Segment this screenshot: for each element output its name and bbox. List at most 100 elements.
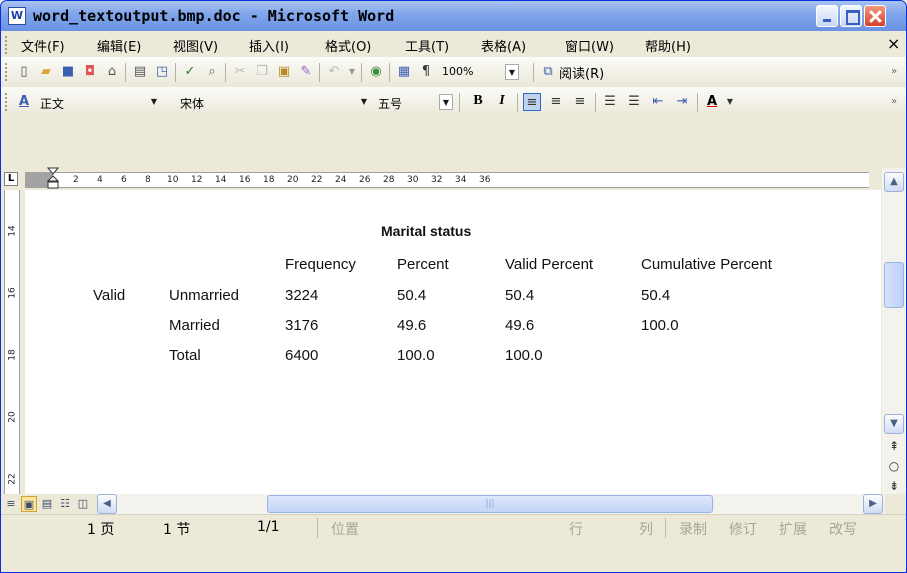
- chevron-down-icon[interactable]: ▼: [147, 94, 161, 110]
- research-icon[interactable]: ⌕: [203, 63, 221, 81]
- ruler-tick: 28: [383, 175, 395, 185]
- ruler-tick: 34: [455, 175, 467, 185]
- font-color-button[interactable]: A: [703, 93, 721, 111]
- font-dropdown[interactable]: 宋体 ▼: [177, 93, 367, 113]
- undo-dropdown-icon[interactable]: ▼: [343, 63, 361, 81]
- format-painter-icon[interactable]: ✎: [297, 63, 315, 81]
- show-hide-icon[interactable]: ¶: [417, 63, 435, 81]
- menu-window[interactable]: 窗口(W): [565, 36, 614, 55]
- chevron-down-icon[interactable]: ▼: [505, 64, 519, 80]
- toolbar-grip[interactable]: [5, 93, 8, 111]
- print-icon[interactable]: ▤: [131, 63, 149, 81]
- chevron-down-icon[interactable]: ▼: [357, 94, 371, 110]
- scroll-left-icon[interactable]: ◀: [97, 494, 117, 514]
- font-color-dropdown-icon[interactable]: ▼: [721, 93, 739, 111]
- cell-cumulative-percent: 100.0: [641, 317, 679, 334]
- spelling-icon[interactable]: ✓: [181, 63, 199, 81]
- menu-help[interactable]: 帮助(H): [645, 36, 691, 55]
- word-app-icon[interactable]: W: [8, 7, 26, 25]
- ruler-tick: 36: [479, 175, 491, 185]
- ruler-tick: 20: [287, 175, 299, 185]
- status-section: 1 节: [163, 522, 191, 538]
- next-page-icon[interactable]: ⇟: [886, 478, 902, 494]
- numbering-icon[interactable]: ☰: [601, 93, 619, 111]
- status-overtype[interactable]: 改写: [829, 519, 857, 539]
- horizontal-scrollbar[interactable]: ◀ ||| ▶: [97, 494, 885, 514]
- align-center-icon[interactable]: ≡: [547, 93, 565, 111]
- scroll-down-icon[interactable]: ▼: [884, 414, 904, 434]
- horizontal-scroll-thumb[interactable]: |||: [267, 495, 713, 513]
- status-record[interactable]: 录制: [679, 519, 707, 539]
- font-size-dropdown[interactable]: 五号 ▼: [375, 93, 453, 113]
- formatting-toolbar: A 正文 ▼ 宋体 ▼ 五号 ▼ B I ≡ ≡ ≡ ☰ ☰ ⇤ ⇥ A ▼ »: [1, 87, 906, 117]
- menu-format[interactable]: 格式(O): [325, 36, 371, 55]
- cut-icon[interactable]: ✂: [231, 63, 249, 81]
- document-page[interactable]: Marital status Frequency Percent Valid P…: [25, 190, 881, 494]
- print-layout-icon[interactable]: ▤: [39, 496, 55, 512]
- menu-view[interactable]: 视图(V): [173, 36, 218, 55]
- close-button[interactable]: [864, 5, 886, 27]
- vertical-ruler[interactable]: 14 16 18 20 22: [4, 190, 20, 494]
- scroll-right-icon[interactable]: ▶: [863, 494, 883, 514]
- italic-button[interactable]: I: [493, 93, 511, 111]
- select-browse-object-icon[interactable]: ○: [886, 458, 902, 474]
- email-icon[interactable]: ⌂: [103, 63, 121, 81]
- horizontal-ruler[interactable]: 2 4 6 8 10 12 14 16 18 20 22 24 26 28 30…: [53, 172, 869, 188]
- vertical-scrollbar[interactable]: ▲ ▼ ⇞ ○ ⇟: [882, 168, 906, 494]
- bold-button[interactable]: B: [469, 93, 487, 111]
- menu-edit[interactable]: 编辑(E): [97, 36, 141, 55]
- scroll-up-icon[interactable]: ▲: [884, 172, 904, 192]
- read-button-label[interactable]: 阅读(R): [559, 63, 604, 82]
- new-document-icon[interactable]: ▯: [15, 63, 33, 81]
- menu-tools[interactable]: 工具(T): [405, 36, 449, 55]
- chevron-down-icon[interactable]: ▼: [439, 94, 453, 110]
- row-group-label: Valid: [93, 287, 126, 304]
- indent-marker-icon[interactable]: [47, 167, 59, 189]
- toolbar-separator: [697, 93, 698, 112]
- web-layout-icon[interactable]: ▣: [21, 496, 37, 512]
- print-preview-icon[interactable]: ◳: [153, 63, 171, 81]
- align-left-icon[interactable]: ≡: [523, 93, 541, 111]
- tables-borders-icon[interactable]: ▦: [395, 63, 413, 81]
- menu-grip[interactable]: [5, 36, 8, 54]
- menu-insert[interactable]: 插入(I): [249, 36, 289, 55]
- menu-table[interactable]: 表格(A): [481, 36, 526, 55]
- undo-icon[interactable]: ↶: [325, 63, 343, 81]
- permission-icon[interactable]: ◘: [81, 63, 99, 81]
- minimize-button[interactable]: [816, 5, 838, 27]
- paste-icon[interactable]: ▣: [275, 63, 293, 81]
- read-icon[interactable]: ⧉: [539, 63, 557, 81]
- copy-icon[interactable]: ❐: [253, 63, 271, 81]
- styles-formatting-icon[interactable]: A: [15, 93, 33, 111]
- toolbar-separator: [389, 63, 390, 82]
- maximize-button[interactable]: [840, 5, 862, 27]
- toolbar-separator: [319, 63, 320, 82]
- zoom-value: 100%: [442, 65, 474, 78]
- menu-bar: 文件(F) 编辑(E) 视图(V) 插入(I) 格式(O) 工具(T) 表格(A…: [1, 31, 906, 57]
- cell-cumulative-percent: 50.4: [641, 287, 671, 304]
- previous-page-icon[interactable]: ⇞: [886, 438, 902, 454]
- style-dropdown[interactable]: 正文 ▼: [37, 93, 157, 113]
- bullets-icon[interactable]: ☰: [625, 93, 643, 111]
- status-bar: 1 页 1 节 1/1 位置 行 列 录制 修订 扩展 改写: [1, 514, 906, 544]
- title-bar[interactable]: W word_textoutput.bmp.doc - Microsoft Wo…: [1, 1, 906, 31]
- increase-indent-icon[interactable]: ⇥: [673, 93, 691, 111]
- toolbar-options-icon[interactable]: »: [885, 93, 903, 111]
- open-folder-icon[interactable]: ▰: [37, 63, 55, 81]
- close-document-icon[interactable]: ×: [887, 34, 900, 53]
- save-icon[interactable]: ■: [59, 63, 77, 81]
- hyperlink-icon[interactable]: ◉: [367, 63, 385, 81]
- align-right-icon[interactable]: ≡: [571, 93, 589, 111]
- menu-file[interactable]: 文件(F): [21, 36, 65, 55]
- toolbar-options-icon[interactable]: »: [885, 63, 903, 81]
- status-extend[interactable]: 扩展: [779, 519, 807, 539]
- zoom-dropdown[interactable]: 100% ▼: [439, 63, 525, 83]
- outline-view-icon[interactable]: ☷: [57, 496, 73, 512]
- decrease-indent-icon[interactable]: ⇤: [649, 93, 667, 111]
- normal-view-icon[interactable]: ≡: [3, 496, 19, 512]
- tab-selector[interactable]: L: [4, 172, 18, 186]
- reading-layout-icon[interactable]: ◫: [75, 496, 91, 512]
- vertical-scroll-thumb[interactable]: [884, 262, 904, 308]
- status-revise[interactable]: 修订: [729, 519, 757, 539]
- toolbar-grip[interactable]: [5, 63, 8, 81]
